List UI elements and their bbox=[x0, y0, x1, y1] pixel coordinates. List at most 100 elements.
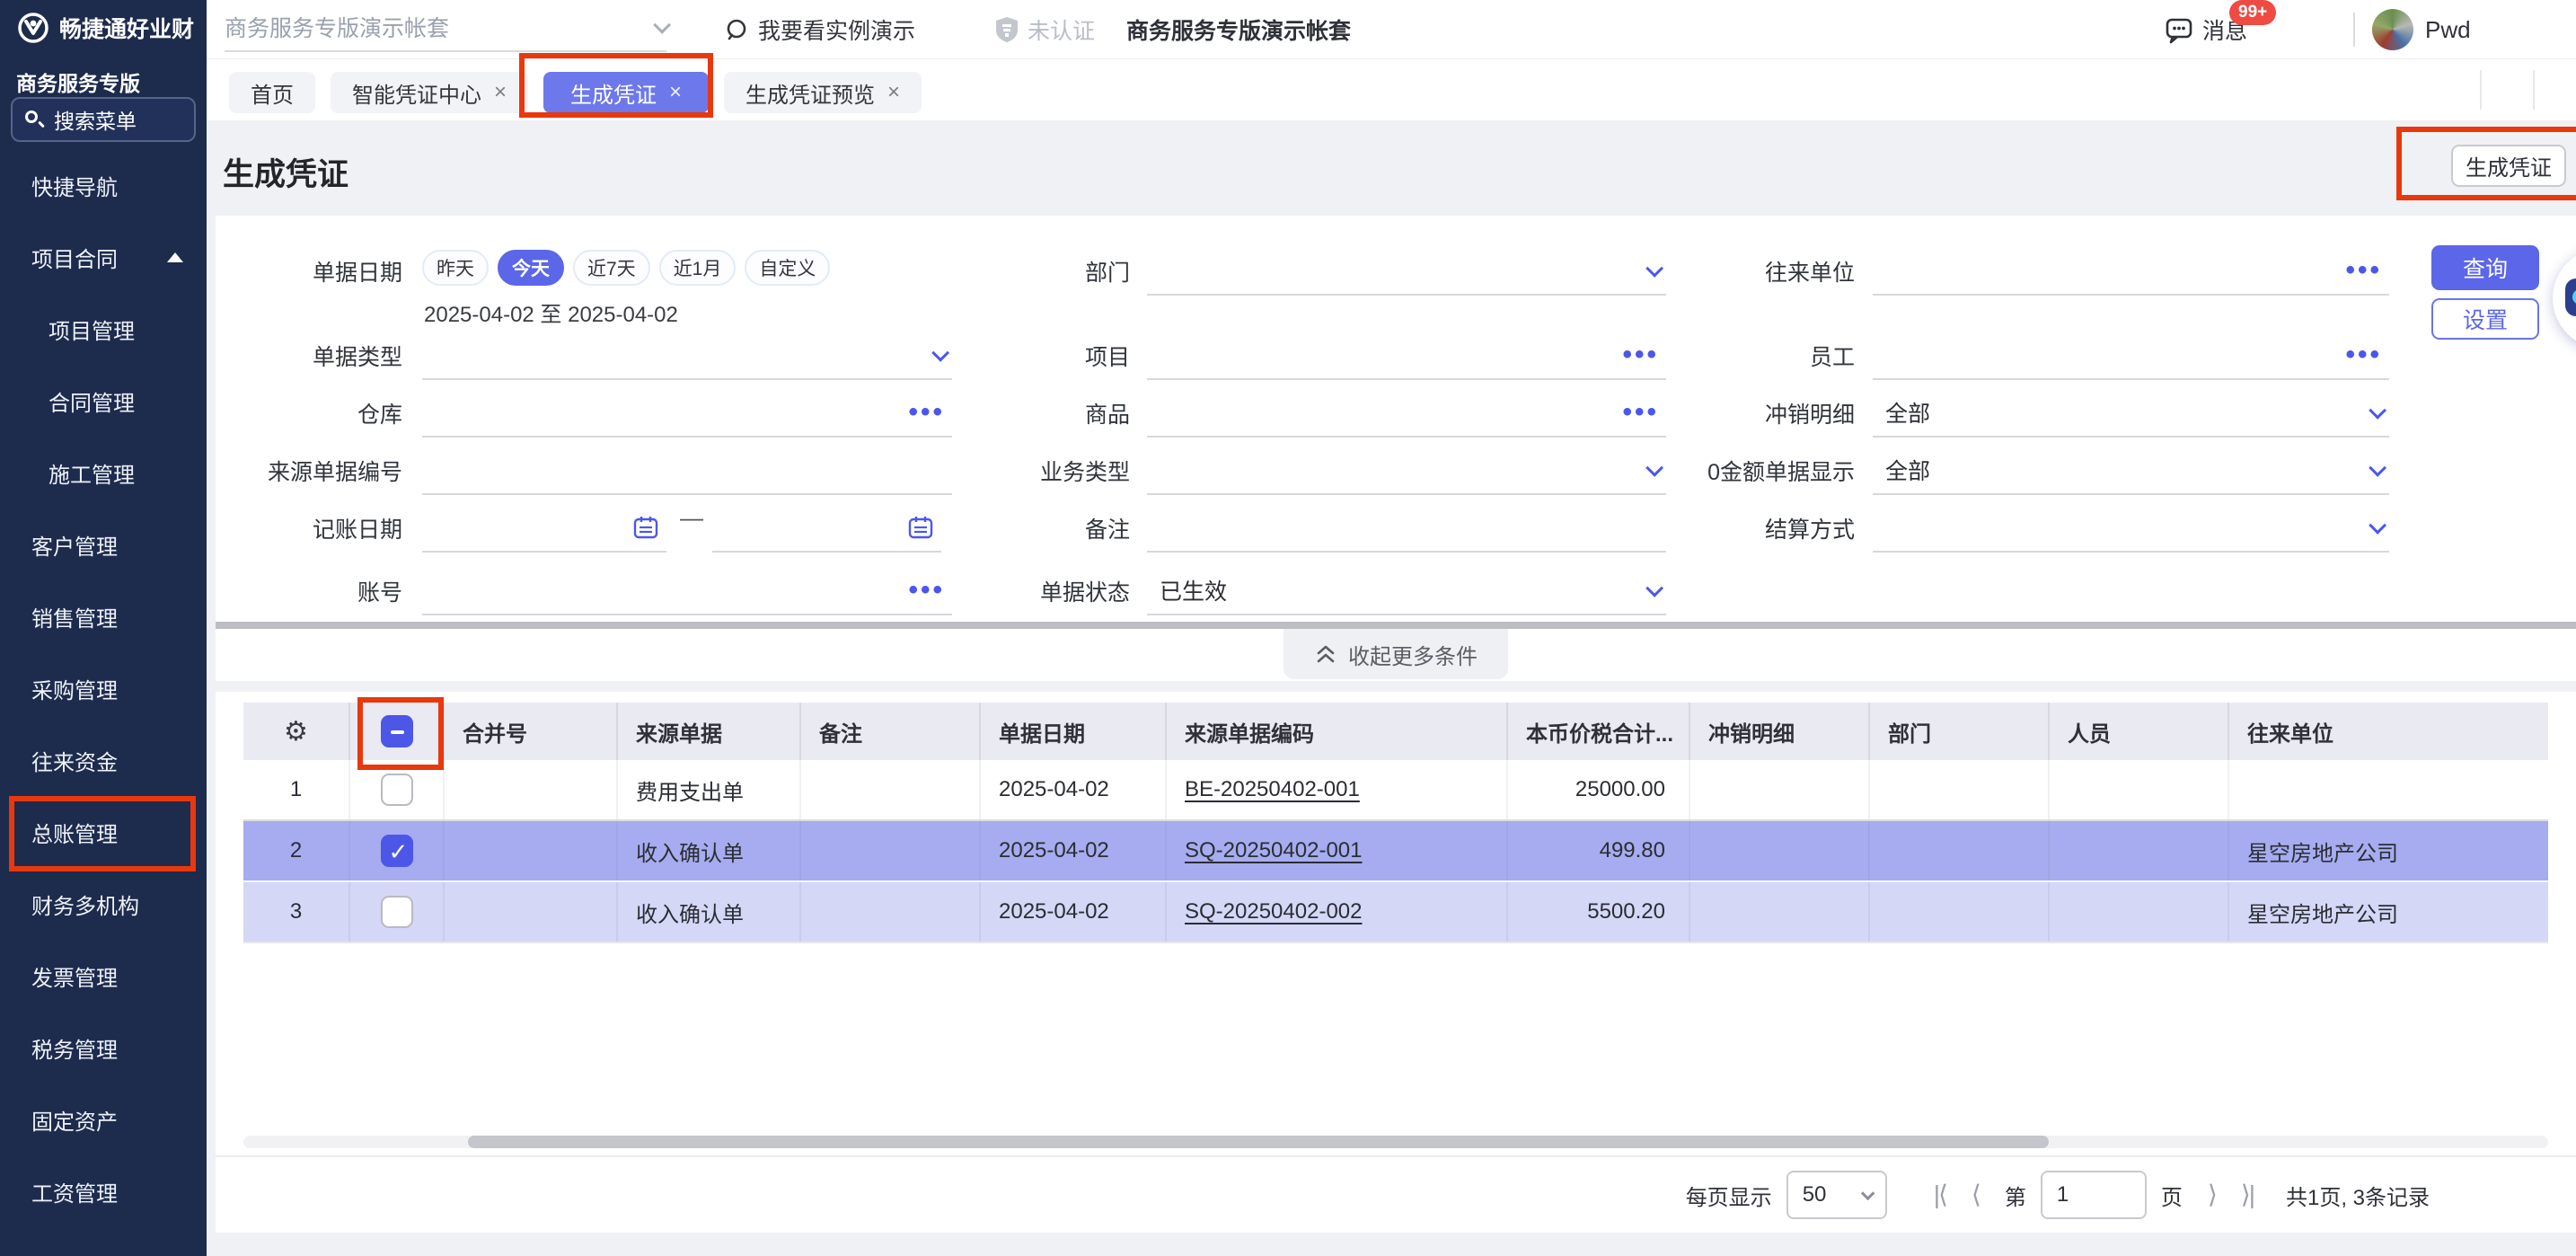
select-all-checkbox[interactable] bbox=[381, 715, 413, 747]
filter-label-department: 部门 bbox=[950, 247, 1130, 296]
employee-picker[interactable]: ••• bbox=[1873, 332, 2389, 380]
sidebar-item-construction-mgmt[interactable]: 施工管理 bbox=[0, 437, 207, 509]
remark-input[interactable] bbox=[1147, 504, 1666, 553]
col-header-source-doc[interactable]: 来源单据 bbox=[618, 703, 801, 760]
warehouse-picker[interactable]: ••• bbox=[422, 389, 952, 438]
close-tab-icon[interactable]: × bbox=[494, 80, 507, 105]
next-page-button[interactable]: ⟩ bbox=[2208, 1182, 2216, 1207]
table-row[interactable]: 1 费用支出单 2025-04-02 BE-20250402-001 25000… bbox=[243, 760, 2548, 821]
goods-picker[interactable]: ••• bbox=[1147, 389, 1666, 438]
source-doc-code-link[interactable]: SQ-20250402-002 bbox=[1185, 899, 1362, 924]
generate-voucher-button[interactable]: 生成凭证 bbox=[2451, 145, 2566, 187]
select-all-cell[interactable] bbox=[350, 703, 445, 760]
settings-button[interactable]: 设置 bbox=[2431, 298, 2539, 340]
tab-generate-voucher-preview[interactable]: 生成凭证预览× bbox=[724, 72, 922, 113]
query-button[interactable]: 查询 bbox=[2431, 245, 2539, 290]
brand-logo-icon bbox=[14, 9, 52, 47]
sidebar-item-finance-multi-org[interactable]: 财务多机构 bbox=[0, 868, 207, 940]
account-no-picker[interactable]: ••• bbox=[422, 567, 952, 615]
project-picker[interactable]: ••• bbox=[1147, 332, 1666, 380]
filter-panel: 单据日期 昨天 今天 近7天 近1月 自定义 2025-04-02 至 2025… bbox=[216, 216, 2576, 622]
filter-scrollbar[interactable] bbox=[216, 622, 2576, 629]
filter-label-doc-status: 单据状态 bbox=[950, 567, 1130, 615]
topbar-divider bbox=[2353, 13, 2355, 47]
close-tab-icon[interactable]: × bbox=[887, 80, 900, 105]
col-header-person[interactable]: 人员 bbox=[2050, 703, 2229, 760]
col-header-doc-date[interactable]: 单据日期 bbox=[981, 703, 1167, 760]
cell-amount: 5500.20 bbox=[1508, 882, 1690, 942]
settlement-select[interactable] bbox=[1873, 504, 2389, 553]
sidebar-item-contract-mgmt[interactable]: 合同管理 bbox=[0, 365, 207, 437]
col-header-source-doc-code[interactable]: 来源单据编码 bbox=[1167, 703, 1508, 760]
preset-last-month[interactable]: 近1月 bbox=[659, 250, 737, 286]
sidebar-item-invoice-mgmt[interactable]: 发票管理 bbox=[0, 940, 207, 1012]
source-doc-no-input[interactable] bbox=[422, 447, 952, 495]
sidebar-menu: 快捷导航 项目合同 项目管理 合同管理 施工管理 客户管理 销售管理 采购管理 … bbox=[0, 149, 207, 1227]
counterparty-picker[interactable]: ••• bbox=[1873, 247, 2389, 296]
sidebar-item-project-contract[interactable]: 项目合同 bbox=[0, 221, 207, 293]
last-page-button[interactable]: ⟩| bbox=[2241, 1182, 2254, 1207]
zero-amount-select[interactable]: 全部 bbox=[1873, 447, 2389, 495]
scrollbar-thumb[interactable] bbox=[468, 1136, 2049, 1148]
user-avatar[interactable] bbox=[2372, 9, 2413, 50]
column-settings-cell[interactable]: ⚙ bbox=[243, 703, 350, 760]
booking-date-end-input[interactable] bbox=[712, 504, 941, 553]
collapse-more-filters-button[interactable]: 收起更多条件 bbox=[1284, 629, 1508, 679]
sidebar-item-sales-mgmt[interactable]: 销售管理 bbox=[0, 580, 207, 652]
col-header-amount[interactable]: 本币价税合计... bbox=[1508, 703, 1690, 760]
table-row-selected[interactable]: 2 收入确认单 2025-04-02 SQ-20250402-001 499.8… bbox=[243, 821, 2548, 882]
source-doc-code-link[interactable]: BE-20250402-001 bbox=[1185, 777, 1360, 802]
writeoff-detail-select[interactable]: 全部 bbox=[1873, 389, 2389, 438]
cell-counterparty: 星空房地产公司 bbox=[2229, 821, 2548, 880]
doc-type-select[interactable] bbox=[422, 332, 952, 380]
chevron-down-icon bbox=[653, 16, 671, 34]
chevron-down-icon bbox=[2369, 459, 2386, 477]
certification-status[interactable]: 未认证 bbox=[995, 0, 1095, 59]
sidebar-item-purchase-mgmt[interactable]: 采购管理 bbox=[0, 652, 207, 724]
sidebar-item-customer-mgmt[interactable]: 客户管理 bbox=[0, 509, 207, 580]
horizontal-scrollbar[interactable] bbox=[243, 1136, 2548, 1148]
col-header-remark[interactable]: 备注 bbox=[801, 703, 981, 760]
sidebar-item-fixed-assets[interactable]: 固定资产 bbox=[0, 1084, 207, 1155]
page-number-input[interactable] bbox=[2041, 1171, 2147, 1219]
certification-shield-icon bbox=[995, 16, 1019, 43]
row-checkbox[interactable] bbox=[381, 835, 413, 867]
preset-yesterday[interactable]: 昨天 bbox=[422, 250, 489, 286]
department-select[interactable] bbox=[1147, 247, 1666, 296]
sidebar-item-project-mgmt[interactable]: 项目管理 bbox=[0, 293, 207, 365]
close-tab-icon[interactable]: × bbox=[669, 80, 682, 105]
col-header-counterparty[interactable]: 往来单位 bbox=[2229, 703, 2548, 760]
col-header-writeoff[interactable]: 冲销明细 bbox=[1690, 703, 1870, 760]
tab-generate-voucher[interactable]: 生成凭证× bbox=[543, 72, 709, 113]
menu-search-input[interactable]: 搜索菜单 bbox=[11, 97, 196, 142]
col-header-department[interactable]: 部门 bbox=[1870, 703, 2050, 760]
cell-doc-date: 2025-04-02 bbox=[981, 821, 1167, 880]
prev-page-button[interactable]: ⟨ bbox=[1972, 1182, 1980, 1207]
booking-date-start-input[interactable] bbox=[422, 504, 666, 553]
cell-counterparty bbox=[2229, 760, 2548, 819]
cell-remark bbox=[801, 760, 981, 819]
sidebar-item-quick-nav[interactable]: 快捷导航 bbox=[0, 149, 207, 221]
sidebar-item-payroll-mgmt[interactable]: 工资管理 bbox=[0, 1155, 207, 1227]
tab-smart-voucher-center[interactable]: 智能凭证中心× bbox=[331, 72, 528, 113]
doc-status-select[interactable]: 已生效 bbox=[1147, 567, 1666, 615]
business-type-select[interactable] bbox=[1147, 447, 1666, 495]
row-checkbox[interactable] bbox=[381, 774, 413, 806]
preset-today[interactable]: 今天 bbox=[498, 250, 564, 286]
preset-custom[interactable]: 自定义 bbox=[745, 250, 830, 286]
col-header-merge-no[interactable]: 合并号 bbox=[445, 703, 618, 760]
tab-home[interactable]: 首页 bbox=[229, 72, 315, 113]
account-set-selector[interactable]: 商务服务专版演示帐套 bbox=[225, 4, 666, 52]
sidebar-item-general-ledger[interactable]: 总账管理 bbox=[0, 796, 207, 868]
row-checkbox[interactable] bbox=[381, 896, 413, 928]
sidebar-item-receivables-funds[interactable]: 往来资金 bbox=[0, 724, 207, 796]
filter-label-source-doc-no: 来源单据编号 bbox=[216, 447, 402, 495]
table-row[interactable]: 3 收入确认单 2025-04-02 SQ-20250402-002 5500.… bbox=[243, 882, 2548, 943]
first-page-button[interactable]: |⟨ bbox=[1934, 1182, 1946, 1207]
source-doc-code-link[interactable]: SQ-20250402-001 bbox=[1185, 838, 1362, 863]
preset-last7days[interactable]: 近7天 bbox=[573, 250, 650, 286]
doc-date-range-value[interactable]: 2025-04-02 至 2025-04-02 bbox=[424, 296, 678, 328]
page-size-select[interactable]: 50 bbox=[1786, 1171, 1887, 1219]
sidebar-item-tax-mgmt[interactable]: 税务管理 bbox=[0, 1012, 207, 1084]
demo-link[interactable]: 我要看实例演示 bbox=[724, 0, 915, 59]
